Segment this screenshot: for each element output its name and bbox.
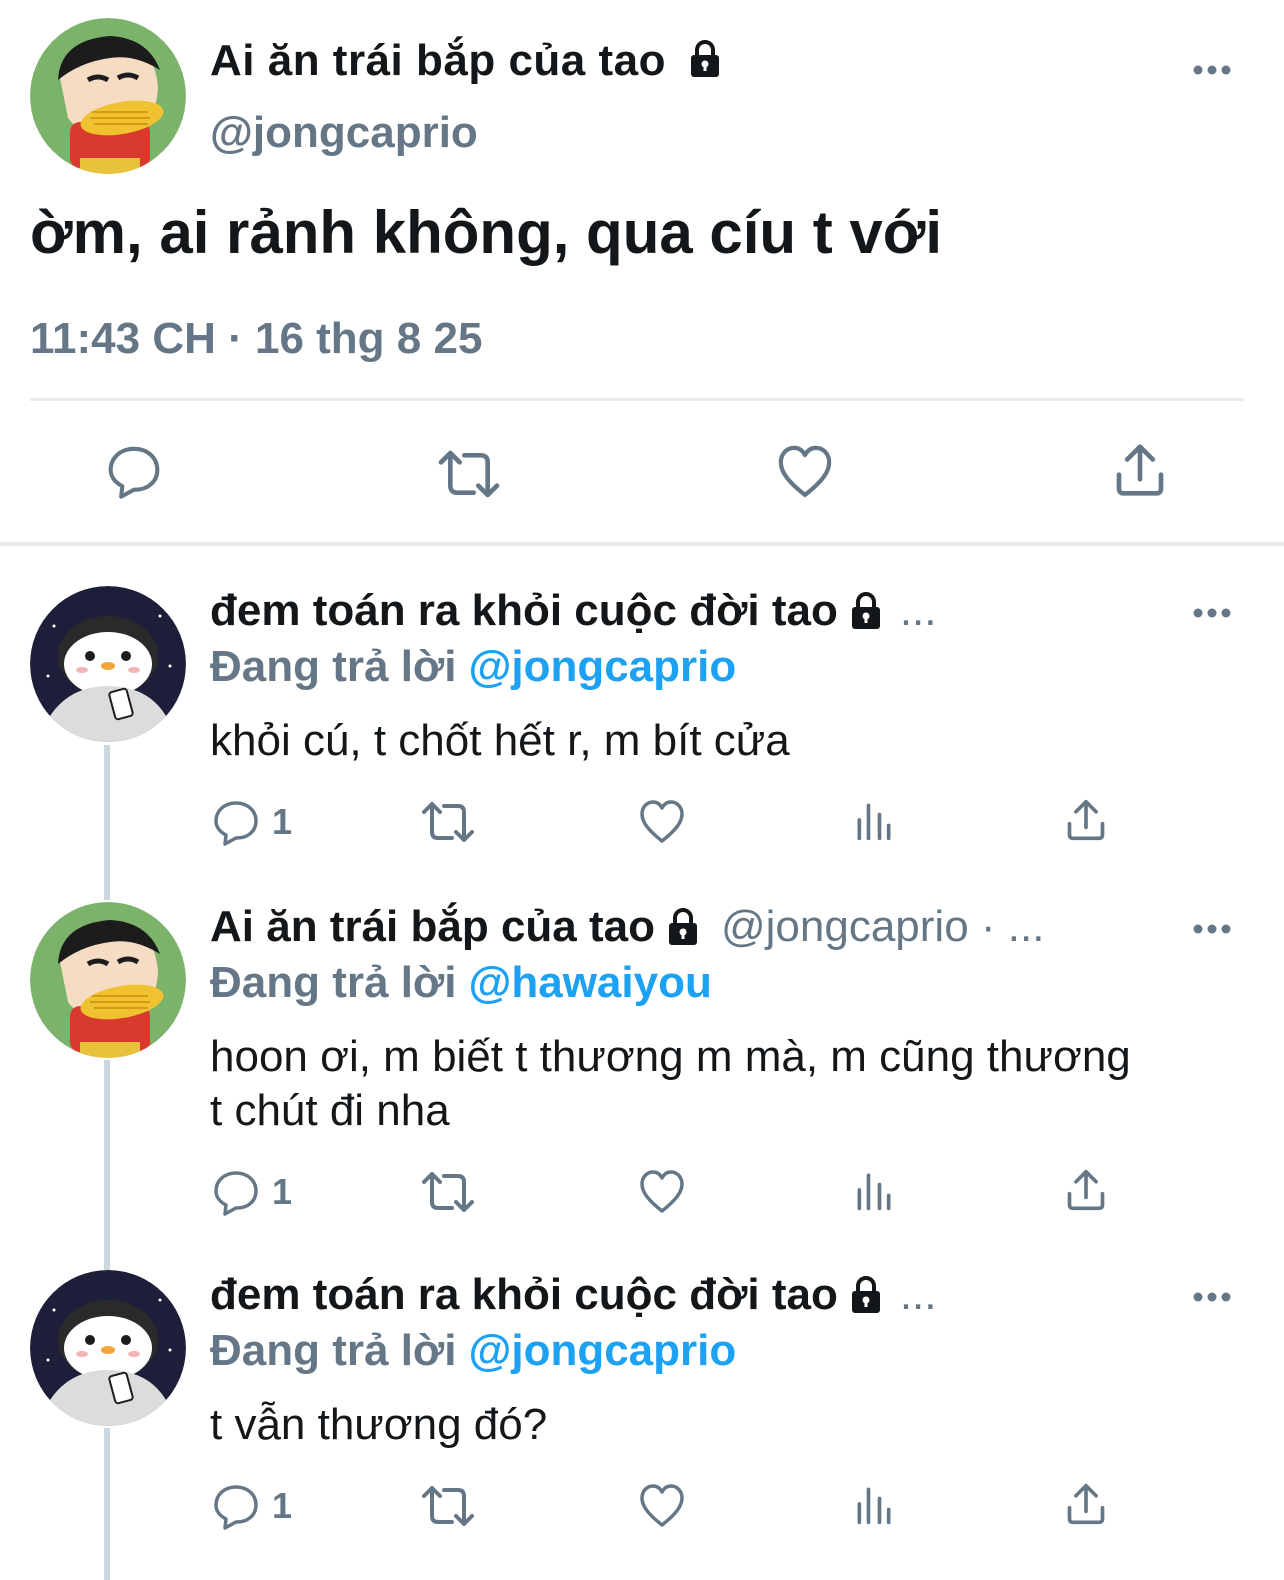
reply-count: 1 xyxy=(272,801,293,842)
truncation-ellipsis: ... xyxy=(899,1270,937,1319)
reply-count: 1 xyxy=(272,1485,293,1526)
analytics-button[interactable] xyxy=(852,1482,896,1526)
shinchan-avatar-icon xyxy=(30,18,186,174)
display-name[interactable]: đem toán ra khỏi cuộc đời tao ... xyxy=(210,1270,937,1320)
thread-line xyxy=(104,1060,110,1270)
like-icon[interactable] xyxy=(776,443,834,501)
like-button[interactable] xyxy=(638,1482,686,1530)
user-handle: @jongcaprio · ... xyxy=(720,902,1045,951)
more-options-icon[interactable] xyxy=(1192,606,1232,620)
like-button[interactable] xyxy=(638,1168,686,1216)
main-tweet: Ai ăn trái bắp của tao @jongcaprio ờm, a… xyxy=(0,0,1284,545)
display-name-text: đem toán ra khỏi cuộc đời tao xyxy=(210,586,838,635)
reply-count: 1 xyxy=(272,1171,293,1212)
retweet-button[interactable] xyxy=(418,1482,478,1530)
reply-icon[interactable] xyxy=(106,443,162,499)
tweet-actions: 1 xyxy=(0,1482,1284,1542)
retweet-icon[interactable] xyxy=(434,446,504,502)
replying-label: Đang trả lời xyxy=(210,958,457,1007)
avatar[interactable] xyxy=(30,586,186,742)
display-name[interactable]: Ai ăn trái bắp của tao xyxy=(210,36,725,86)
like-icon xyxy=(638,1168,686,1216)
avatar[interactable] xyxy=(30,902,186,1058)
retweet-icon xyxy=(418,1482,478,1530)
share-icon xyxy=(1064,1168,1108,1212)
like-button[interactable] xyxy=(638,798,686,846)
retweet-button[interactable] xyxy=(418,798,478,846)
penguin-avatar-icon xyxy=(30,1270,186,1426)
replying-to: Đang trả lời @hawaiyou xyxy=(210,958,712,1008)
display-name-text: Ai ăn trái bắp của tao xyxy=(210,36,666,85)
mention-link[interactable]: @jongcaprio xyxy=(468,642,736,691)
retweet-icon xyxy=(418,798,478,846)
analytics-icon xyxy=(852,1168,896,1212)
lock-icon xyxy=(846,591,886,631)
share-button[interactable] xyxy=(1064,798,1108,842)
replying-to: Đang trả lời @jongcaprio xyxy=(210,1326,736,1376)
avatar[interactable] xyxy=(30,18,186,174)
tweet-timestamp: 11:43 CH · 16 thg 8 25 xyxy=(30,314,483,363)
tweet-text: hoon ơi, m biết t thương m mà, m cũng th… xyxy=(210,1032,1131,1135)
avatar[interactable] xyxy=(30,1270,186,1426)
reply-button[interactable]: 1 xyxy=(212,1168,292,1216)
like-icon xyxy=(638,798,686,846)
display-name[interactable]: đem toán ra khỏi cuộc đời tao ... xyxy=(210,586,937,636)
lock-icon xyxy=(846,1275,886,1315)
like-icon xyxy=(638,1482,686,1530)
shinchan-avatar-icon xyxy=(30,902,186,1058)
retweet-button[interactable] xyxy=(418,1168,478,1216)
tweet-text: t vẫn thương đó? xyxy=(210,1400,548,1449)
reply-button[interactable]: 1 xyxy=(212,798,292,846)
tweet-actions: 1 xyxy=(0,1168,1284,1228)
divider xyxy=(30,398,1244,401)
section-divider xyxy=(0,542,1284,546)
reply-icon xyxy=(212,1482,260,1530)
tweet-actions: 1 xyxy=(0,798,1284,858)
share-icon xyxy=(1064,798,1108,842)
tweet-text: ờm, ai rảnh không, qua cíu t với xyxy=(30,199,943,266)
reply-icon xyxy=(212,798,260,846)
analytics-button[interactable] xyxy=(852,798,896,842)
display-name-text: Ai ăn trái bắp của tao xyxy=(210,902,655,951)
replying-to: Đang trả lời @jongcaprio xyxy=(210,642,736,692)
penguin-avatar-icon xyxy=(30,586,186,742)
more-options-icon[interactable] xyxy=(1192,922,1232,936)
analytics-icon xyxy=(852,1482,896,1526)
share-button[interactable] xyxy=(1064,1482,1108,1526)
share-icon xyxy=(1064,1482,1108,1526)
analytics-icon xyxy=(852,798,896,842)
mention-link[interactable]: @jongcaprio xyxy=(468,1326,736,1375)
more-options-icon[interactable] xyxy=(1192,1290,1232,1304)
reply-button[interactable]: 1 xyxy=(212,1482,292,1530)
tweet-text: khỏi cú, t chốt hết r, m bít cửa xyxy=(210,716,790,765)
mention-link[interactable]: @hawaiyou xyxy=(468,958,711,1007)
share-button[interactable] xyxy=(1064,1168,1108,1212)
replying-label: Đang trả lời xyxy=(210,1326,457,1375)
truncation-ellipsis: ... xyxy=(899,586,937,635)
display-name-text: đem toán ra khỏi cuộc đời tao xyxy=(210,1270,838,1319)
lock-icon xyxy=(663,907,703,947)
user-handle[interactable]: @jongcaprio xyxy=(210,108,478,158)
more-options-icon[interactable] xyxy=(1192,63,1232,77)
reply-icon xyxy=(212,1168,260,1216)
analytics-button[interactable] xyxy=(852,1168,896,1212)
display-name[interactable]: Ai ăn trái bắp của tao @jongcaprio · ... xyxy=(210,902,1044,952)
lock-icon xyxy=(685,39,725,79)
retweet-icon xyxy=(418,1168,478,1216)
share-icon[interactable] xyxy=(1112,442,1168,498)
replying-label: Đang trả lời xyxy=(210,642,457,691)
